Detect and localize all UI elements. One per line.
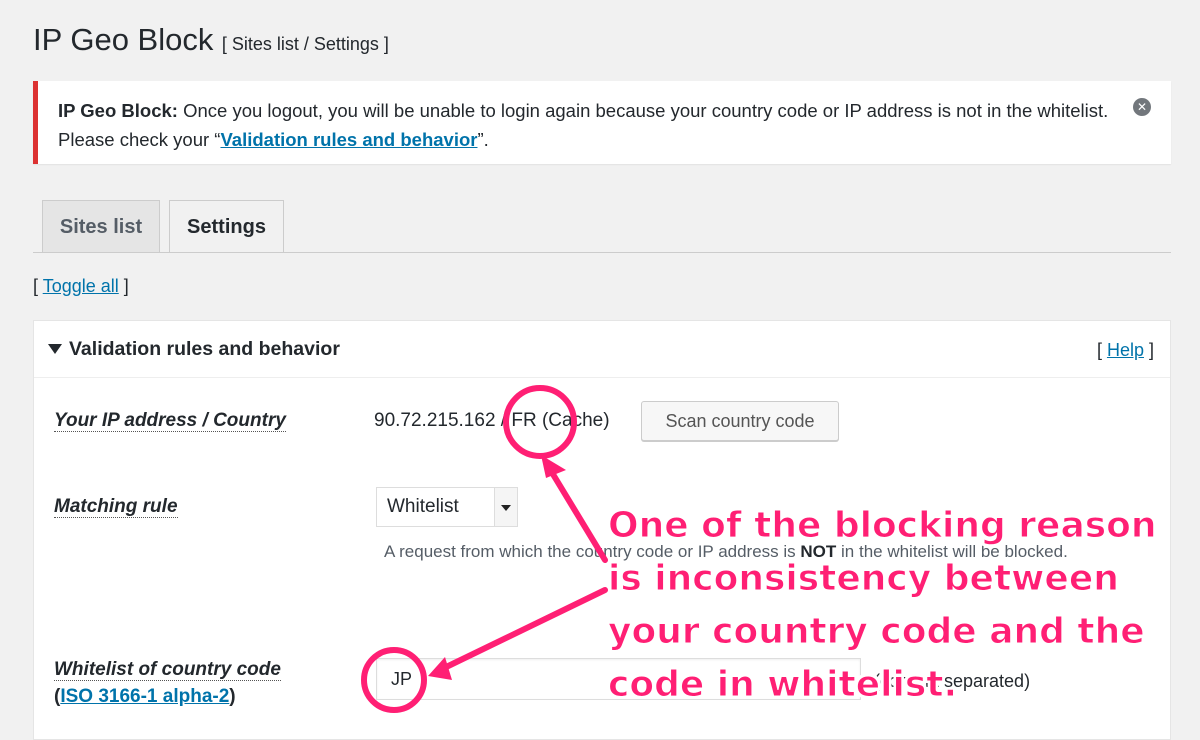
matching-rule-select[interactable]: Whitelist [376,487,518,527]
breadcrumb: [ Sites list / Settings ] [221,34,389,54]
ip-label: Your IP address / Country [54,410,286,432]
whitelist-label: Whitelist of country code (ISO 3166-1 al… [54,656,281,710]
iso-paren-close: ) [229,686,236,707]
dismiss-icon[interactable]: ✕ [1133,98,1151,116]
plugin-title: IP Geo Block [33,22,214,57]
matching-label: Matching rule [54,496,178,518]
toggle-all-bracket-open: [ [33,276,43,296]
toggle-all-bracket-close: ] [118,276,129,296]
notice-text-before: Once you logout, you will be unable to l… [58,100,1109,150]
panel-title[interactable]: Validation rules and behavior [69,338,340,361]
help-bracket-open: [ [1096,340,1107,360]
chevron-down-icon[interactable] [494,488,517,526]
page-title: IP Geo Block [ Sites list / Settings ] [33,22,389,58]
panel-header[interactable]: Validation rules and behavior [ Help ] [34,321,1170,378]
help: [ Help ] [1097,340,1154,361]
notice-strong: IP Geo Block: [58,100,178,121]
toggle-all-link[interactable]: Toggle all [43,276,119,296]
whitelist-label-text: Whitelist of country code [54,659,281,681]
annotation-text: One of the blocking reason is inconsiste… [608,505,1158,706]
tabs-divider [33,252,1171,253]
ip-label-text: Your IP address / Country [54,410,286,432]
help-link[interactable]: Help [1107,340,1144,360]
iso-3166-link[interactable]: ISO 3166-1 alpha-2 [60,686,229,707]
notice-text-after: ”. [477,129,489,150]
validation-rules-link[interactable]: Validation rules and behavior [220,129,477,150]
tab-sites-list[interactable]: Sites list [42,200,160,252]
matching-label-text: Matching rule [54,496,178,518]
scan-country-code-button[interactable]: Scan country code [641,401,839,441]
help-bracket-close: ] [1143,340,1154,360]
notice-message: IP Geo Block: Once you logout, you will … [58,96,1118,154]
matching-rule-value: Whitelist [387,496,459,517]
ip-value: 90.72.215.162 / FR (Cache) [374,410,610,431]
toggle-all: [ Toggle all ] [33,276,129,297]
tab-settings[interactable]: Settings [169,200,284,253]
collapse-triangle-icon[interactable] [48,344,62,354]
error-notice: IP Geo Block: Once you logout, you will … [33,81,1171,164]
